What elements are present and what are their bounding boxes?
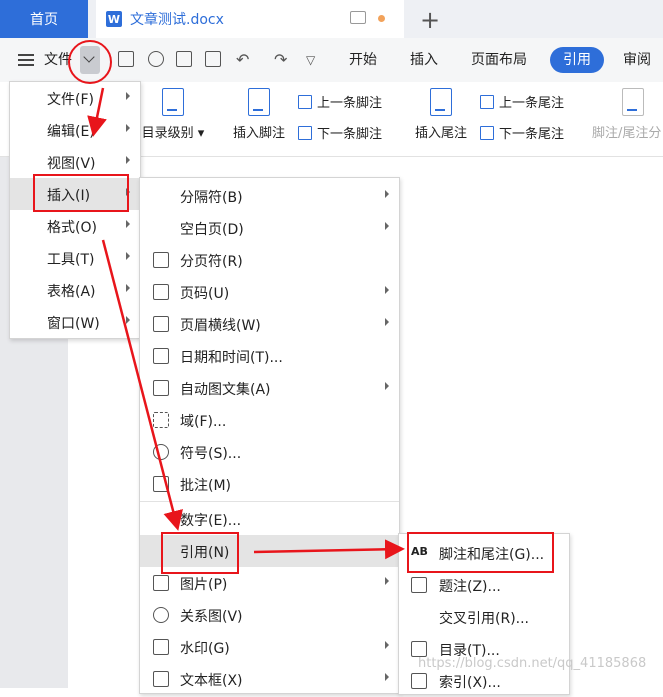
arrow-3: [253, 539, 405, 560]
arrow-1: [87, 87, 107, 137]
watermark-text: https://blog.csdn.net/qq_41185868: [418, 656, 647, 671]
arrow-2: [101, 239, 183, 531]
annotation-arrows: [87, 87, 405, 560]
